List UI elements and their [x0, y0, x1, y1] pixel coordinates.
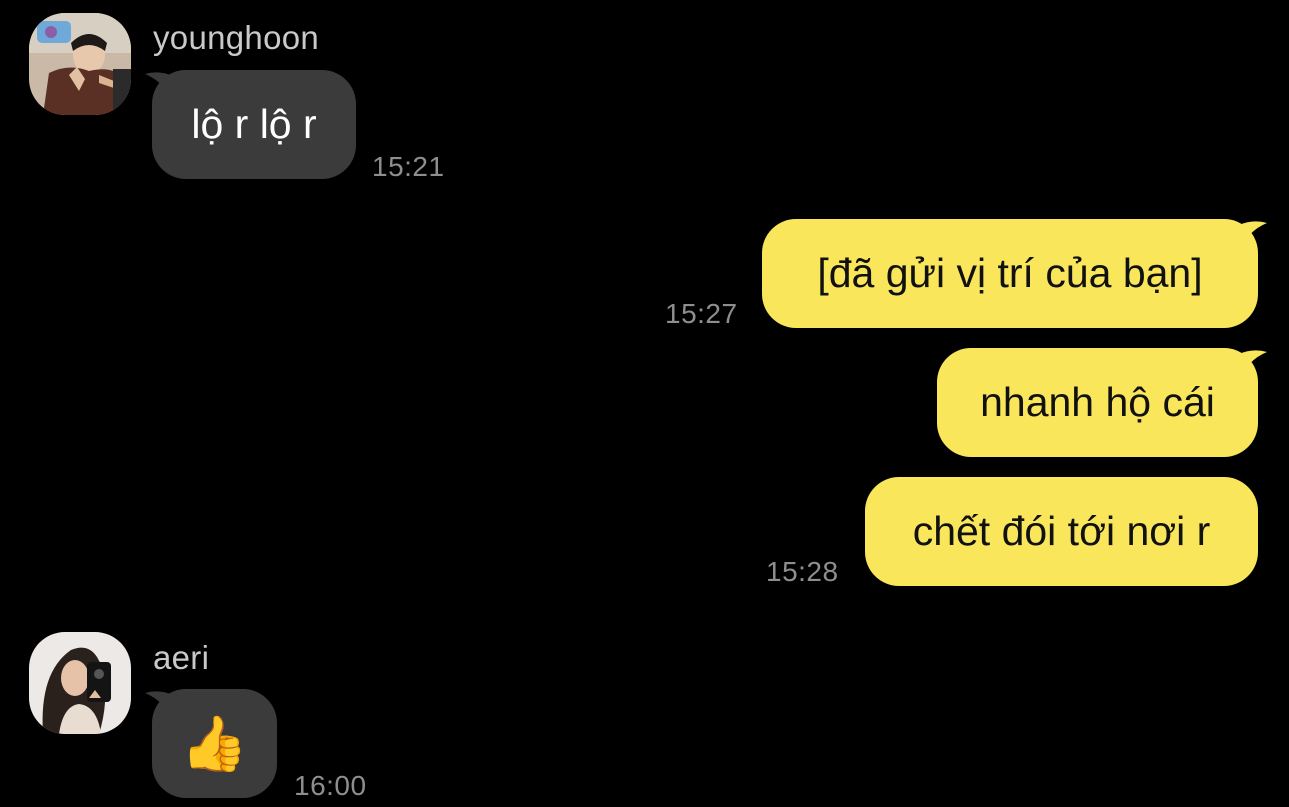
incoming-message-bubble[interactable]: 👍: [152, 689, 277, 798]
bubble-tail: [1239, 350, 1267, 382]
outgoing-message-bubble[interactable]: nhanh hộ cái: [937, 348, 1258, 457]
outgoing-message-bubble[interactable]: [đã gửi vị trí của bạn]: [762, 219, 1258, 328]
bubble-tail: [1239, 221, 1267, 253]
thumbs-up-emoji: 👍: [180, 713, 249, 774]
message-timestamp: 15:27: [665, 298, 738, 329]
message-text: chết đói tới nơi r: [912, 508, 1211, 554]
message-text: [đã gửi vị trí của bạn]: [817, 250, 1203, 296]
message-timestamp: 15:28: [766, 556, 839, 587]
sender-name: aeri: [153, 639, 210, 676]
message-timestamp: 16:00: [294, 770, 367, 801]
sender-name: younghoon: [153, 19, 320, 56]
incoming-message-bubble[interactable]: lộ r lộ r: [152, 70, 356, 179]
message-text: lộ r lộ r: [191, 101, 317, 147]
avatar-aeri[interactable]: [29, 632, 131, 734]
message-timestamp: 15:21: [372, 151, 445, 182]
avatar-younghoon[interactable]: [29, 13, 131, 115]
outgoing-message-bubble[interactable]: chết đói tới nơi r: [865, 477, 1258, 586]
message-text: nhanh hộ cái: [980, 379, 1215, 425]
